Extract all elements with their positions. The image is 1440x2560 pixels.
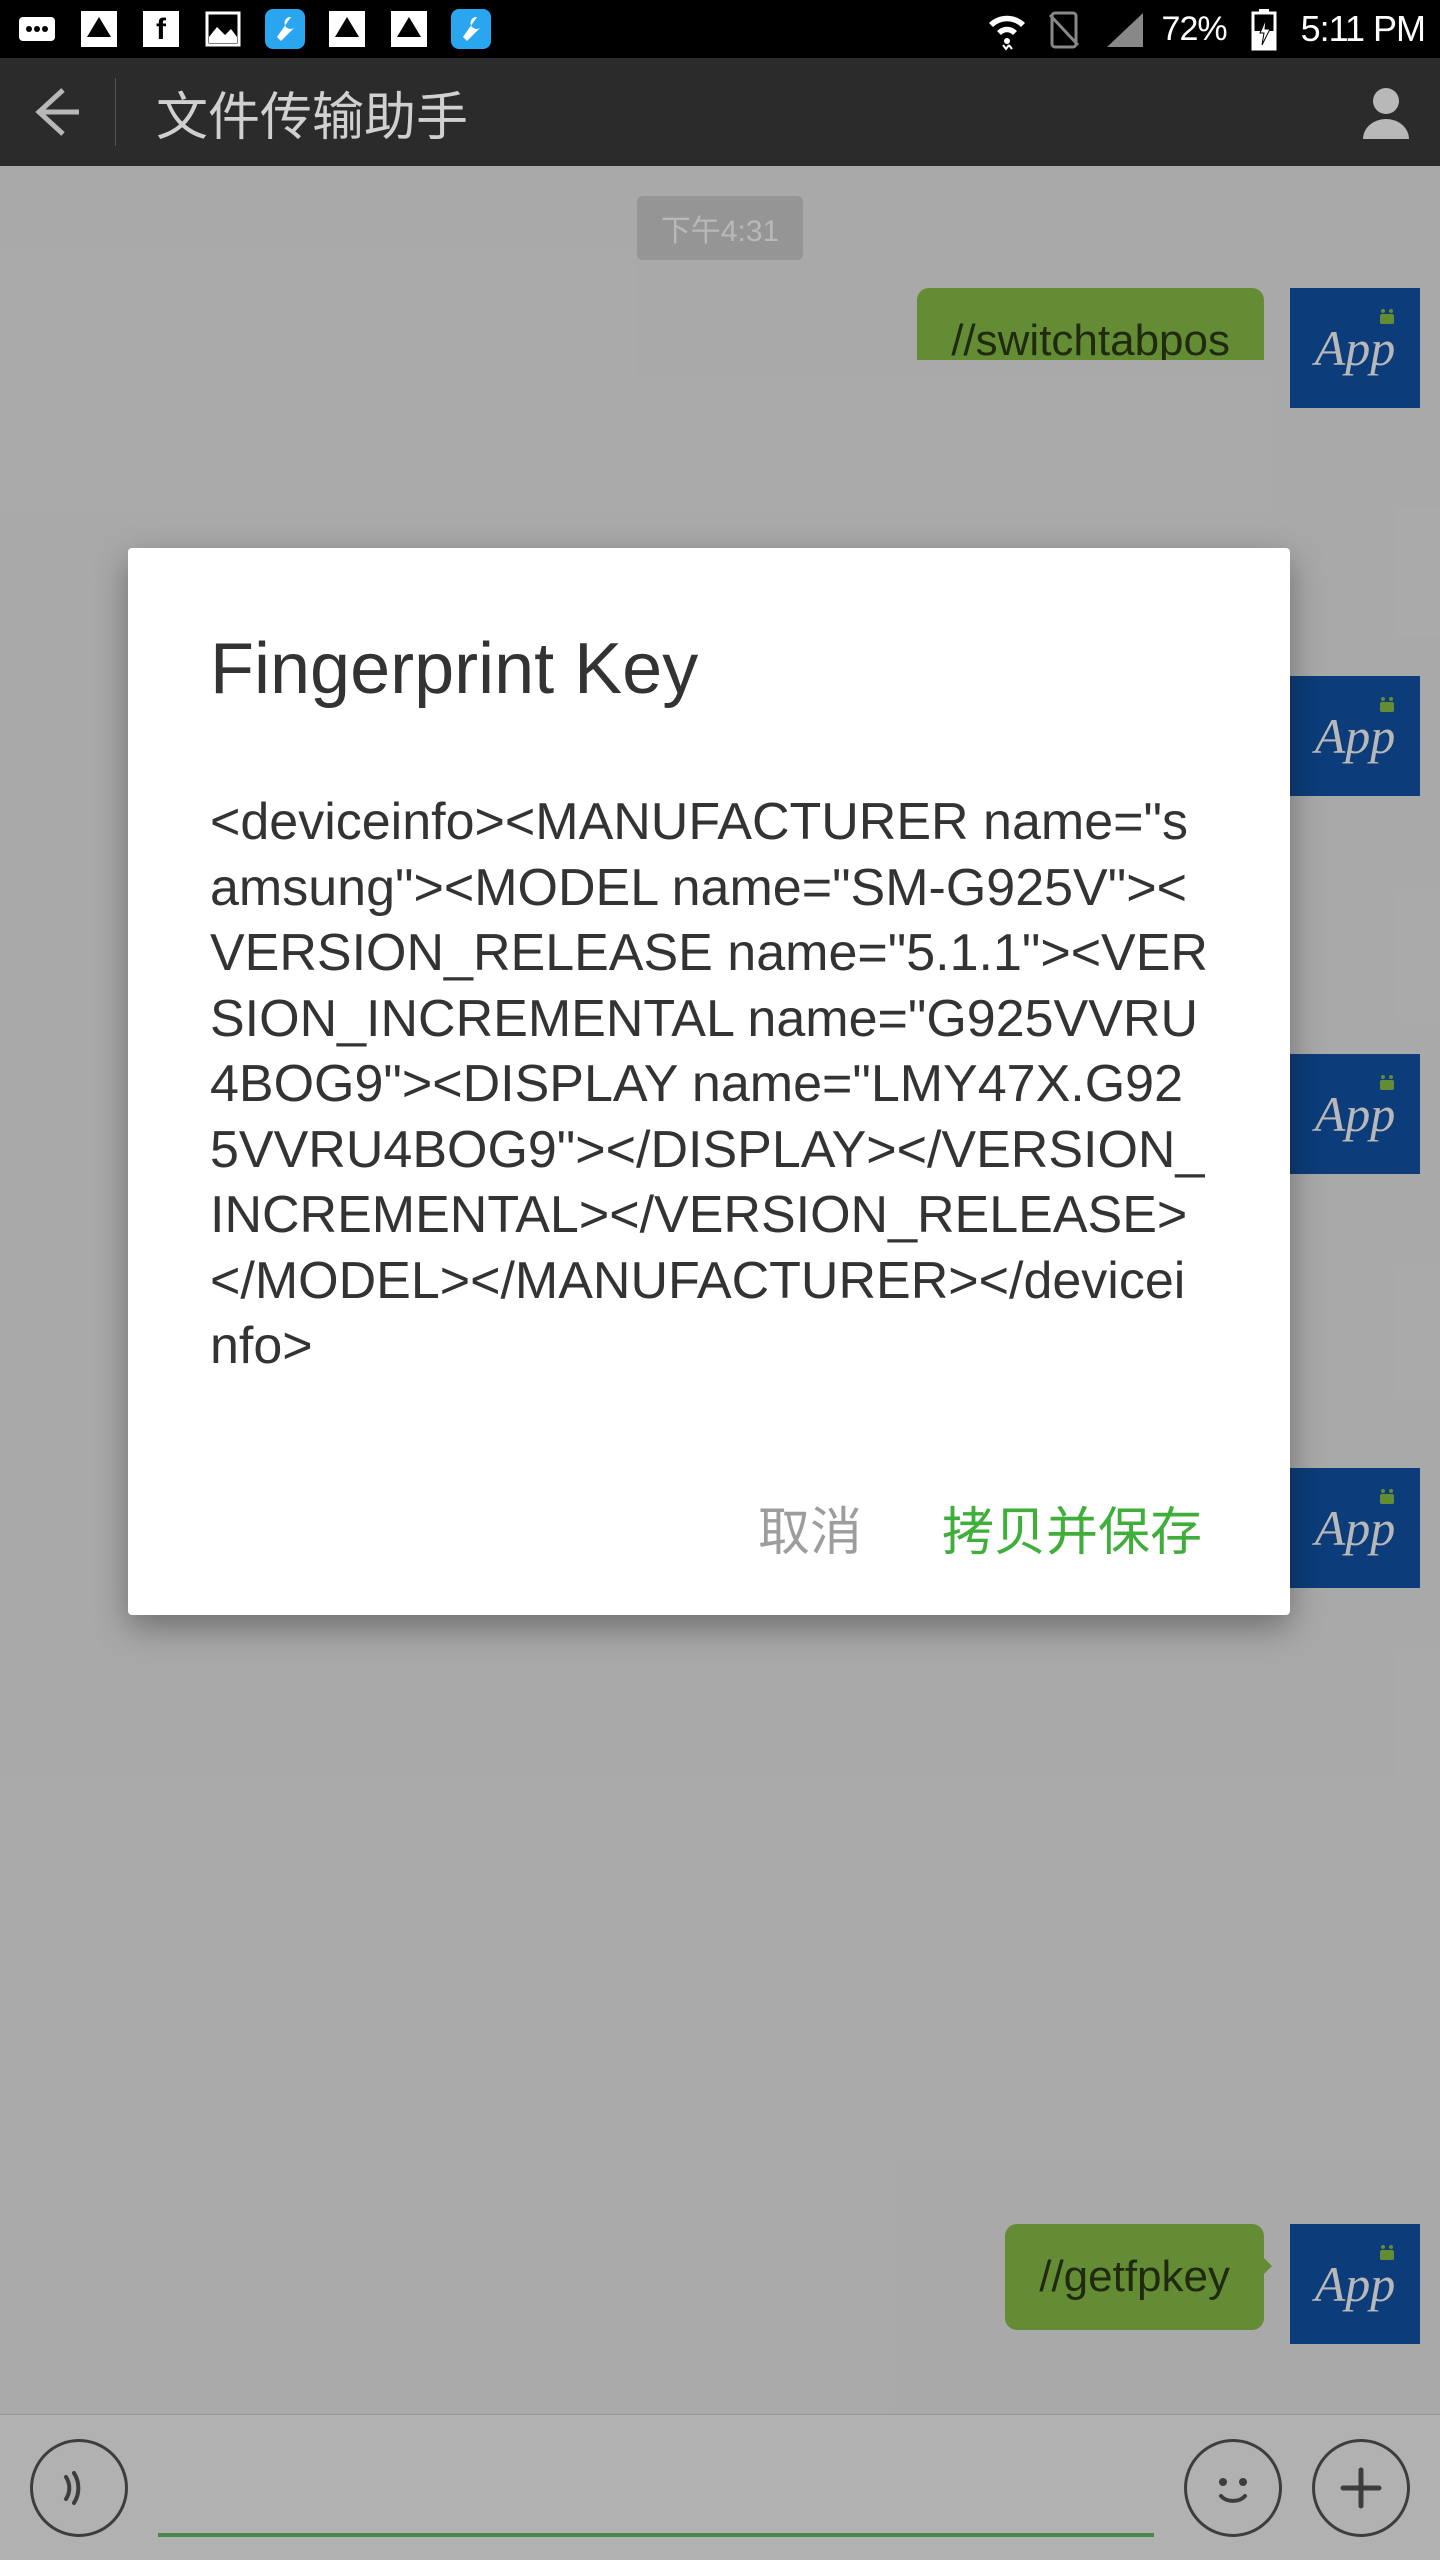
dialog-actions: 取消 拷贝并保存: [210, 1490, 1208, 1565]
app-notif-icon-3: [387, 7, 431, 51]
svg-text:f: f: [156, 13, 167, 46]
wifi-icon: [985, 7, 1029, 51]
back-button[interactable]: [25, 82, 85, 142]
overflow-notifications-icon: [15, 7, 59, 51]
battery-charging-icon: [1242, 7, 1286, 51]
chat-title: 文件传输助手: [156, 75, 1357, 150]
cell-signal-icon: [1103, 7, 1147, 51]
status-notifications: f: [15, 7, 493, 51]
status-clock: 5:11 PM: [1301, 8, 1425, 50]
app-notif-icon-2: [325, 7, 369, 51]
app-notif-icon-1: [77, 7, 121, 51]
dialog-body: <deviceinfo><MANUFACTURER name="samsung"…: [210, 790, 1208, 1380]
gallery-notif-icon: [201, 7, 245, 51]
facebook-notif-icon: f: [139, 7, 183, 51]
dialog-title: Fingerprint Key: [210, 628, 1208, 710]
wrench-notif-icon-2: [449, 7, 493, 51]
battery-percentage: 72%: [1162, 10, 1227, 49]
status-bar: f: [0, 0, 1440, 58]
wrench-notif-icon-1: [263, 7, 307, 51]
screen: f: [0, 0, 1440, 2560]
status-right: 72% 5:11 PM: [985, 7, 1425, 51]
app-bar: 文件传输助手: [0, 58, 1440, 166]
cancel-button[interactable]: 取消: [758, 1490, 862, 1565]
app-bar-divider: [115, 78, 116, 146]
profile-button[interactable]: [1357, 83, 1415, 141]
fingerprint-key-dialog: Fingerprint Key <deviceinfo><MANUFACTURE…: [128, 548, 1290, 1615]
copy-save-button[interactable]: 拷贝并保存: [942, 1490, 1202, 1565]
no-sim-icon: [1044, 7, 1088, 51]
